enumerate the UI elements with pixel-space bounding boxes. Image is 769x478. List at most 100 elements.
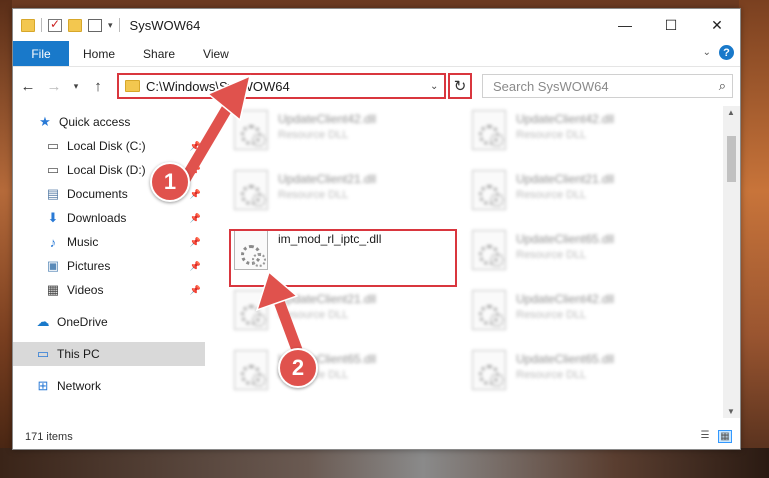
file-type: Resource DLL	[278, 129, 349, 141]
tab-share[interactable]: Share	[129, 41, 189, 66]
pin-icon: 📌	[189, 212, 201, 223]
pin-icon: 📌	[189, 260, 201, 271]
onedrive-icon: ☁	[36, 314, 50, 329]
separator	[118, 18, 120, 32]
new-folder-icon[interactable]	[68, 18, 82, 32]
nav-item-label: Pictures	[67, 259, 111, 273]
drive-icon: ▭	[46, 138, 60, 153]
drive-icon: ▭	[46, 162, 60, 177]
file-type: Resource DLL	[516, 369, 587, 381]
network-icon: ⊞	[37, 378, 49, 393]
quick-access-toolbar: ▾	[13, 17, 120, 32]
expand-ribbon-icon[interactable]: ⌄	[703, 47, 711, 58]
tab-view[interactable]: View	[189, 41, 243, 66]
details-view-icon[interactable]: ☰	[698, 430, 712, 443]
pin-icon: 📌	[189, 236, 201, 247]
nav-item-label: Documents	[67, 187, 128, 201]
downloads-icon: ⬇	[47, 210, 59, 225]
folder-icon	[21, 18, 35, 32]
navigation-bar: ← → ▾ ↑ C:\Windows\SysWOW64 ⌄ ↻ Search S…	[13, 67, 740, 105]
desktop-background-right	[739, 0, 769, 478]
dll-file-icon	[472, 110, 506, 150]
file-item[interactable]: UpdateClient21.dll Resource DLL	[234, 170, 454, 222]
title-bar: ▾ SysWOW64 — ☐ ✕	[13, 9, 740, 41]
videos-icon: ▦	[46, 282, 60, 297]
tab-home[interactable]: Home	[69, 41, 129, 66]
search-placeholder: Search SysWOW64	[493, 78, 609, 94]
separator	[41, 18, 42, 32]
dll-file-icon	[472, 170, 506, 210]
file-type: Resource DLL	[516, 189, 587, 201]
star-icon: ★	[39, 114, 51, 129]
nav-item-pictures[interactable]: ▣ Pictures 📌	[13, 254, 205, 278]
nav-item-label: Local Disk (D:)	[67, 163, 146, 177]
folder-icon	[125, 80, 140, 92]
file-item[interactable]: UpdateClient21.dll Resource DLL	[472, 170, 692, 222]
view-toggle: ☰ ▦	[698, 430, 732, 443]
large-icons-view-icon[interactable]: ▦	[718, 430, 732, 443]
vertical-scrollbar[interactable]: ▲ ▼	[723, 106, 740, 418]
status-bar: 171 items ☰ ▦	[13, 425, 740, 449]
pin-icon: 📌	[189, 284, 201, 295]
help-icon[interactable]: ?	[719, 45, 734, 60]
nav-item-videos[interactable]: ▦ Videos 📌	[13, 278, 205, 302]
refresh-button[interactable]: ↻	[448, 73, 472, 99]
minimize-button[interactable]: —	[602, 9, 648, 41]
nav-item-label: Music	[67, 235, 99, 249]
nav-item-label: Quick access	[59, 115, 131, 129]
forward-arrow-icon[interactable]: →	[43, 78, 65, 95]
nav-item-downloads[interactable]: ⬇ Downloads 📌	[13, 206, 205, 230]
up-arrow-icon[interactable]: ↑	[87, 78, 109, 95]
nav-item-label: Videos	[67, 283, 104, 297]
back-arrow-icon[interactable]: ←	[17, 78, 39, 95]
close-button[interactable]: ✕	[694, 9, 740, 41]
search-input[interactable]: Search SysWOW64 ⌕	[482, 74, 733, 98]
ribbon-right: ⌄ ?	[703, 45, 734, 60]
file-item[interactable]: UpdateClient65.dll Resource DLL	[472, 230, 692, 282]
file-type: Resource DLL	[516, 309, 587, 321]
nav-item-label: This PC	[57, 347, 100, 361]
file-name: UpdateClient21.dll	[516, 172, 615, 186]
address-history-chevron-icon[interactable]: ⌄	[430, 81, 444, 92]
recent-locations-chevron-icon[interactable]: ▾	[69, 81, 83, 92]
nav-item-this-pc[interactable]: ▭ This PC	[13, 342, 205, 366]
callout-badge-2: 2	[278, 348, 318, 388]
customize-toolbar-icon[interactable]	[88, 18, 102, 32]
refresh-icon: ↻	[453, 78, 467, 95]
tab-file[interactable]: File	[13, 41, 69, 66]
file-item[interactable]: UpdateClient42.dll Resource DLL	[234, 110, 454, 162]
desktop-background-left	[0, 0, 12, 478]
ribbon-tabs: File Home Share View ⌄ ?	[13, 41, 740, 67]
dll-file-icon	[472, 230, 506, 270]
item-count: 171 items	[25, 431, 73, 443]
nav-item-label: Local Disk (C:)	[67, 139, 146, 153]
file-item[interactable]: UpdateClient42.dll Resource DLL	[472, 290, 692, 342]
music-icon: ♪	[49, 234, 57, 250]
maximize-button[interactable]: ☐	[648, 9, 694, 41]
file-item[interactable]: UpdateClient65.dll Resource DLL	[472, 350, 692, 402]
file-type: Resource DLL	[516, 129, 587, 141]
nav-item-label: Downloads	[67, 211, 127, 225]
file-name: UpdateClient42.dll	[278, 112, 377, 126]
chevron-down-icon[interactable]: ▾	[108, 20, 113, 31]
file-type: Resource DLL	[516, 249, 587, 261]
nav-item-label: Network	[57, 379, 102, 393]
window-title: SysWOW64	[129, 17, 201, 33]
documents-icon: ▤	[46, 186, 60, 201]
file-name: UpdateClient65.dll	[516, 232, 615, 246]
scrollbar-thumb[interactable]	[727, 136, 736, 182]
desktop-background-bottom	[0, 448, 769, 478]
nav-item-onedrive[interactable]: ☁ OneDrive	[13, 310, 205, 334]
dll-file-icon	[472, 290, 506, 330]
file-name: UpdateClient65.dll	[516, 352, 615, 366]
file-name: UpdateClient42.dll	[516, 112, 615, 126]
scroll-down-arrow-icon[interactable]: ▼	[727, 407, 735, 416]
this-pc-icon: ▭	[36, 346, 50, 361]
properties-check-icon[interactable]	[48, 17, 62, 32]
scroll-up-arrow-icon[interactable]: ▲	[727, 108, 735, 117]
file-item[interactable]: UpdateClient42.dll Resource DLL	[472, 110, 692, 162]
nav-item-label: OneDrive	[57, 315, 108, 329]
nav-item-music[interactable]: ♪ Music 📌	[13, 230, 205, 254]
dll-file-icon	[472, 350, 506, 390]
nav-item-network[interactable]: ⊞ Network	[13, 374, 205, 398]
